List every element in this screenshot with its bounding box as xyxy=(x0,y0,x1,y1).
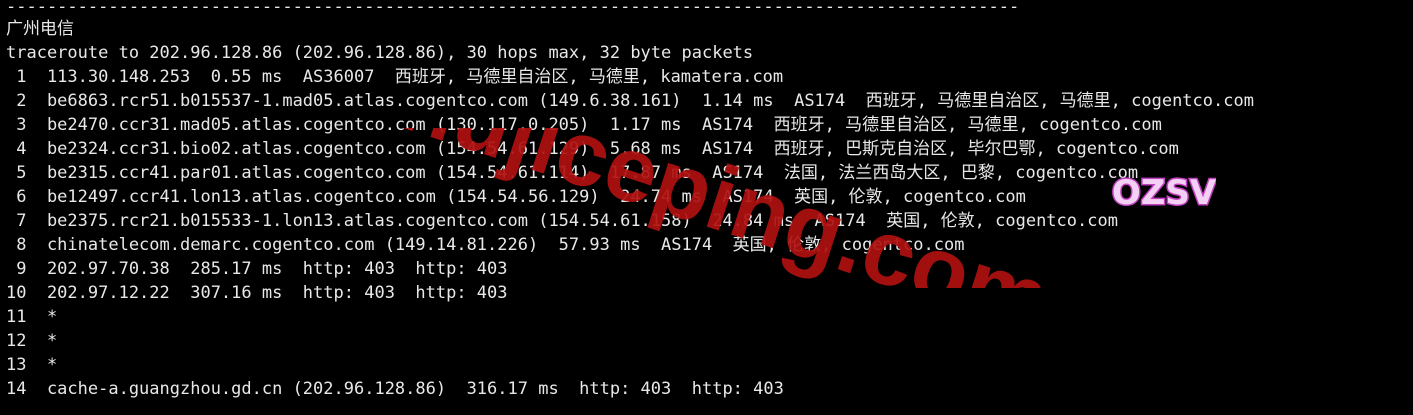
hop-line: 3 be2470.ccr31.mad05.atlas.cogentco.com … xyxy=(6,115,1162,135)
hop-line: 4 be2324.ccr31.bio02.atlas.cogentco.com … xyxy=(6,139,1179,159)
hop-line: 8 chinatelecom.demarc.cogentco.com (149.… xyxy=(6,235,965,255)
traceroute-command: traceroute to 202.96.128.86 (202.96.128.… xyxy=(6,43,754,63)
hop-line: 6 be12497.ccr41.lon13.atlas.cogentco.com… xyxy=(6,187,1026,207)
hop-line: 11 * xyxy=(6,307,58,327)
section-title: 广州电信 xyxy=(6,19,74,39)
hop-line: 10 202.97.12.22 307.16 ms http: 403 http… xyxy=(6,283,508,303)
hop-line: 14 cache-a.guangzhou.gd.cn (202.96.128.8… xyxy=(6,379,784,399)
hop-line: 7 be2375.rcr21.b015533-1.lon13.atlas.cog… xyxy=(6,211,1118,231)
hop-line: 2 be6863.rcr51.b015537-1.mad05.atlas.cog… xyxy=(6,91,1254,111)
hop-line: 12 * xyxy=(6,331,58,351)
hop-line: 5 be2315.ccr41.par01.atlas.cogentco.com … xyxy=(6,163,1139,183)
hop-line: 13 * xyxy=(6,355,58,375)
hop-line: 9 202.97.70.38 285.17 ms http: 403 http:… xyxy=(6,259,508,279)
terminal-output: ----------------------------------------… xyxy=(6,0,1411,415)
separator-line: ----------------------------------------… xyxy=(6,0,1020,14)
hop-line: 1 113.30.148.253 0.55 ms AS36007 西班牙, 马德… xyxy=(6,67,784,87)
